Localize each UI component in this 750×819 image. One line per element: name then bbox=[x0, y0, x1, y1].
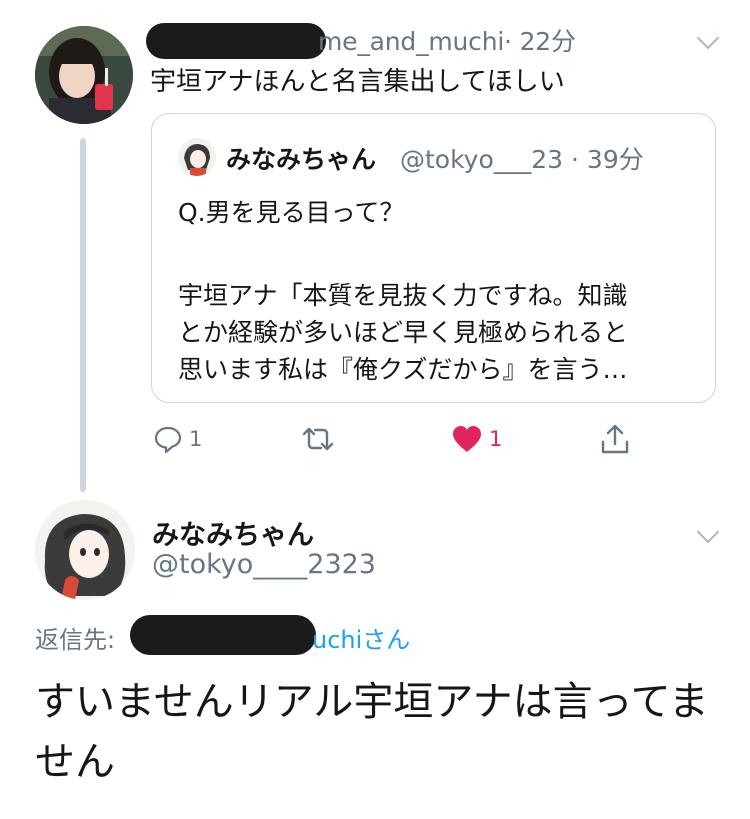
thread-connector bbox=[80, 138, 86, 492]
replying-to-user-link[interactable]: uchiさん bbox=[312, 620, 410, 655]
reply-text: すいませんリアル宇垣アナは言ってません bbox=[35, 679, 709, 785]
redacted-name bbox=[130, 615, 316, 655]
reply-author-handle[interactable]: @tokyo____2323 bbox=[152, 549, 376, 580]
reply-count: 1 bbox=[189, 427, 203, 451]
like-count: 1 bbox=[489, 427, 503, 451]
quoted-text-line: 思います私は『俺クズだから』を言う… bbox=[178, 355, 628, 384]
reply-author-name[interactable]: みなみちゃん bbox=[152, 513, 314, 552]
chevron-down-icon[interactable] bbox=[696, 26, 720, 50]
replying-to-label: 返信先: bbox=[35, 626, 116, 654]
avatar[interactable] bbox=[35, 26, 133, 124]
avatar-photo bbox=[35, 26, 133, 124]
quoted-name[interactable]: みなみちゃん bbox=[226, 140, 376, 176]
quoted-text-line: 宇垣アナ「本質を見抜く力ですね。知識 bbox=[178, 281, 628, 310]
avatar[interactable] bbox=[35, 500, 135, 600]
reply-icon bbox=[154, 426, 182, 454]
quoted-handle-time[interactable]: @tokyo___23 · 39分 bbox=[400, 140, 644, 176]
share-button[interactable] bbox=[598, 422, 632, 456]
reply-button[interactable]: 1 bbox=[153, 422, 202, 456]
tweet-text: 宇垣アナほんと名言集出してほしい bbox=[150, 67, 565, 97]
redacted-name bbox=[146, 23, 326, 59]
chevron-down-icon[interactable] bbox=[696, 520, 720, 544]
quoted-text-line: とか経験が多いほど早く見極められると bbox=[178, 318, 629, 347]
avatar-illustration bbox=[35, 500, 135, 600]
share-icon bbox=[601, 424, 629, 454]
heart-icon bbox=[453, 426, 481, 452]
tweet-handle[interactable]: me_and_muchi bbox=[318, 27, 504, 56]
quoted-avatar-illustration bbox=[178, 138, 216, 176]
like-button[interactable]: 1 bbox=[451, 422, 502, 456]
quoted-text-line: Q.男を見る目って？ bbox=[178, 198, 405, 227]
retweet-icon bbox=[302, 427, 334, 451]
quoted-avatar bbox=[178, 138, 216, 176]
tweet-meta: me_and_muchi· 22分 bbox=[318, 22, 576, 58]
retweet-button[interactable] bbox=[300, 422, 342, 456]
tweet-time[interactable]: · 22分 bbox=[504, 27, 576, 56]
